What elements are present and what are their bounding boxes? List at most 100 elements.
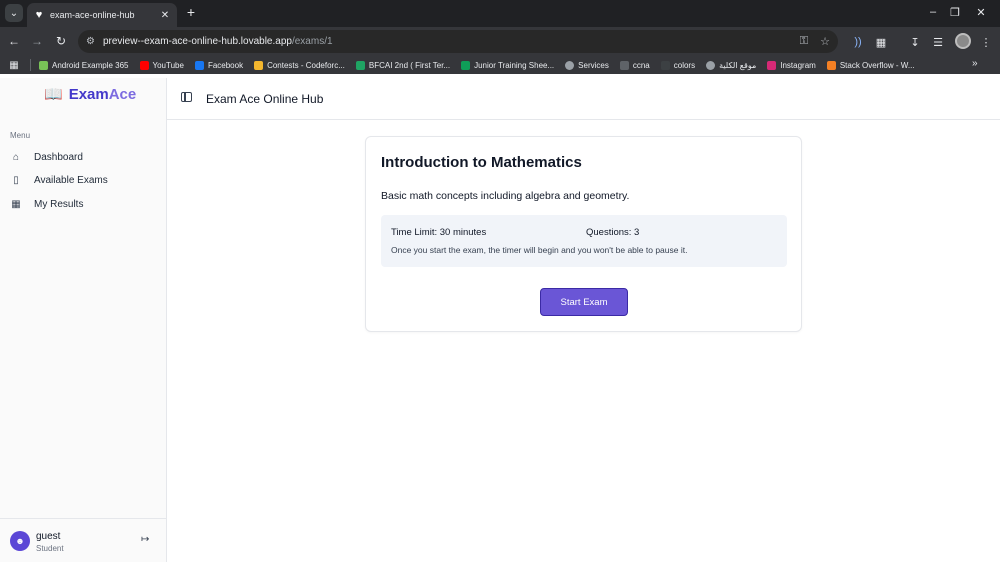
back-icon[interactable]: ← <box>6 33 22 49</box>
bookmark-item[interactable]: YouTube <box>139 60 184 70</box>
bookmark-favicon-icon <box>194 60 204 70</box>
app-root: 📖 Exam Ace Menu ⌂ Dashboard ▯ Available E… <box>0 78 1000 562</box>
avatar[interactable]: ☻ <box>10 531 30 551</box>
exam-notice: Once you start the exam, the timer will … <box>391 245 688 255</box>
brand-name-primary: Exam <box>68 85 109 103</box>
grid-icon: ▦ <box>11 198 21 210</box>
brand-name-secondary: Ace <box>108 85 137 103</box>
bookmark-label: موقع الكلية <box>719 60 757 70</box>
url-path: /exams/1 <box>291 36 333 47</box>
home-icon: ⌂ <box>12 151 20 163</box>
page-title: Exam Ace Online Hub <box>206 92 324 106</box>
bookmark-item[interactable]: Facebook <box>194 60 244 70</box>
bookmark-item[interactable]: BFCAI 2nd ( First Ter... <box>355 60 451 70</box>
bookmark-label: Instagram <box>780 60 816 70</box>
tab-search-icon[interactable]: ⌄ <box>5 4 23 22</box>
kebab-menu-icon[interactable]: ⋮ <box>978 34 994 50</box>
bookmark-favicon-icon <box>826 60 836 70</box>
bookmark-label: Facebook <box>207 60 244 70</box>
sidebar-toggle-icon[interactable] <box>181 92 192 102</box>
sidebar-item-my-results[interactable]: ▦ My Results <box>10 195 83 213</box>
close-icon[interactable]: ✕ <box>159 10 171 21</box>
minimize-icon[interactable]: – <box>924 4 942 20</box>
reload-icon[interactable]: ↻ <box>53 33 69 49</box>
bookmark-item[interactable]: Android Example 365 <box>39 60 129 70</box>
bookmark-item[interactable]: Stack Overflow - W... <box>826 60 915 70</box>
apps-grid-icon[interactable]: ▦ <box>8 60 20 71</box>
download-icon[interactable]: ↧ <box>907 34 923 50</box>
audio-icon[interactable]: )) <box>850 34 866 50</box>
bookmark-item[interactable]: colors <box>660 60 696 70</box>
tab-title: exam-ace-online-hub <box>50 10 135 20</box>
bookmarks-divider <box>30 59 31 71</box>
logout-icon[interactable]: ↦ <box>141 534 149 545</box>
bookmark-item[interactable]: Contests - Codeforc... <box>254 60 345 70</box>
main-header: Exam Ace Online Hub <box>167 78 1000 120</box>
restore-icon[interactable]: ❐ <box>946 4 964 20</box>
star-icon[interactable]: ☆ <box>820 35 830 48</box>
bookmark-favicon-icon <box>355 60 365 70</box>
exam-title: Introduction to Mathematics <box>381 154 582 171</box>
site-info-icon[interactable]: ⚙ <box>86 36 95 47</box>
new-tab-icon[interactable]: + <box>183 4 199 20</box>
bookmark-favicon-icon <box>565 60 575 70</box>
heart-icon: ♥ <box>35 9 43 21</box>
bookmark-label: Stack Overflow - W... <box>839 60 915 70</box>
bookmark-favicon-icon <box>706 60 716 70</box>
chevron-right-icon[interactable]: » <box>972 58 978 69</box>
key-icon[interactable]: ⚿ <box>800 35 808 48</box>
profile-avatar[interactable] <box>955 33 971 49</box>
bookmark-item[interactable]: Instagram <box>767 60 816 70</box>
browser-toolbar: ← → ↻ ⚙ preview--exam-ace-online-hub.lov… <box>0 27 1000 56</box>
bookmark-item[interactable]: Services <box>565 60 609 70</box>
bookmark-item[interactable]: موقع الكلية <box>706 60 757 70</box>
user-icon: ☻ <box>15 536 25 546</box>
bookmark-favicon-icon <box>660 60 670 70</box>
url-host: preview--exam-ace-online-hub.lovable.app <box>102 36 292 47</box>
bookmark-item[interactable]: ccna <box>619 60 650 70</box>
time-limit: Time Limit: 30 minutes <box>391 227 487 238</box>
bookmark-label: colors <box>673 60 696 70</box>
bookmarks-bar: ▦ Android Example 365 YouTube Facebook C… <box>0 56 1000 74</box>
bookmark-label: ccna <box>632 60 650 70</box>
exam-description: Basic math concepts including algebra an… <box>381 190 630 202</box>
address-bar[interactable]: ⚙ preview--exam-ace-online-hub.lovable.a… <box>78 30 838 53</box>
bookmark-favicon-icon <box>767 60 777 70</box>
extensions-icon[interactable]: ▦ <box>873 34 889 50</box>
exam-card: Introduction to Mathematics Basic math c… <box>365 136 802 332</box>
start-exam-button[interactable]: Start Exam <box>540 288 628 316</box>
bookmark-label: Services <box>578 60 609 70</box>
book-open-icon: 📖 <box>44 86 63 103</box>
sidebar-item-label: Available Exams <box>34 174 108 186</box>
user-panel: ☻ guest Student ↦ <box>0 518 166 562</box>
book-icon: ▯ <box>13 174 19 186</box>
bookmark-favicon-icon <box>139 60 149 70</box>
browser-tab-strip: ⌄ ♥ exam-ace-online-hub ✕ + – ❐ ✕ <box>0 0 1000 27</box>
bookmark-label: BFCAI 2nd ( First Ter... <box>368 60 451 70</box>
user-role: Student <box>36 544 64 553</box>
url-text[interactable]: preview--exam-ace-online-hub.lovable.app… <box>103 36 788 47</box>
bookmark-favicon-icon <box>254 60 264 70</box>
sidebar-item-label: Dashboard <box>34 151 83 163</box>
sidebar-item-dashboard[interactable]: ⌂ Dashboard <box>10 148 83 166</box>
browser-tab[interactable]: ♥ exam-ace-online-hub ✕ <box>27 3 177 27</box>
sidebar-item-label: My Results <box>34 198 84 210</box>
bookmark-label: YouTube <box>152 60 184 70</box>
sidebar-item-available-exams[interactable]: ▯ Available Exams <box>10 171 108 189</box>
exam-info-box: Time Limit: 30 minutes Questions: 3 Once… <box>381 215 787 267</box>
bookmark-favicon-icon <box>619 60 629 70</box>
bookmark-favicon-icon <box>39 60 48 70</box>
bookmark-favicon-icon <box>461 60 471 70</box>
bookmark-label: Junior Training Shee... <box>474 60 555 70</box>
user-name: guest <box>36 531 61 542</box>
menu-section-label: Menu <box>10 131 31 140</box>
bookmark-label: Android Example 365 <box>52 60 129 70</box>
window-close-icon[interactable]: ✕ <box>972 4 990 20</box>
bookmark-label: Contests - Codeforc... <box>267 60 345 70</box>
forward-icon[interactable]: → <box>29 33 45 49</box>
brand-logo[interactable]: 📖 Exam Ace <box>44 85 137 104</box>
question-count: Questions: 3 <box>586 227 640 238</box>
sidebar: 📖 Exam Ace Menu ⌂ Dashboard ▯ Available E… <box>0 78 167 562</box>
bookmark-item[interactable]: Junior Training Shee... <box>461 60 555 70</box>
reading-list-icon[interactable]: ☰ <box>930 34 946 50</box>
